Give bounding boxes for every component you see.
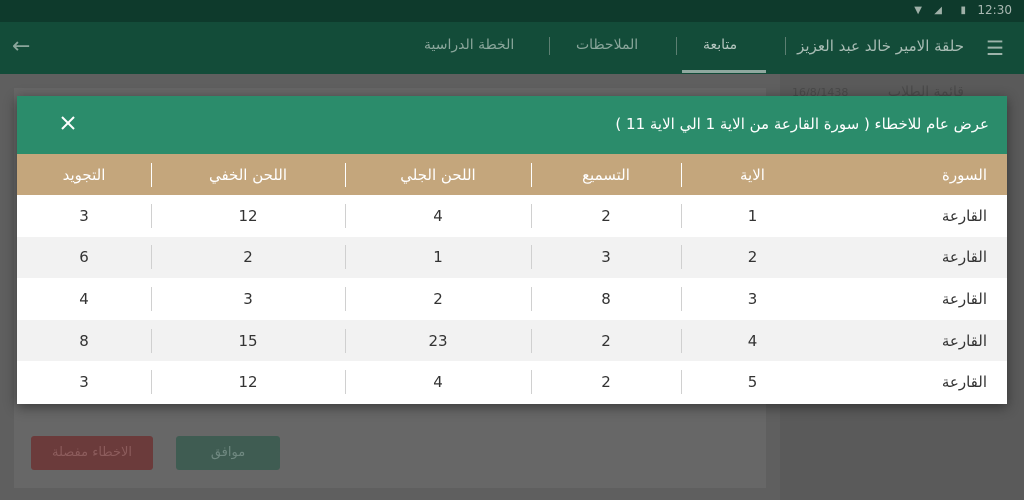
- cell-hidden-error: 15: [151, 319, 345, 362]
- cell-clear-error: 4: [345, 195, 531, 237]
- cell-ayah: 2: [681, 236, 824, 279]
- back-arrow-icon[interactable]: ←: [12, 34, 30, 59]
- cell-recitation: 2: [531, 195, 681, 237]
- cell-clear-error: 4: [345, 361, 531, 403]
- tab-study-plan[interactable]: الخطة الدراسية: [424, 37, 514, 53]
- cell-surah: القارعة: [824, 195, 1007, 237]
- cell-surah: القارعة: [824, 236, 1007, 279]
- cell-surah: القارعة: [824, 361, 1007, 403]
- column-header-surah: السورة: [824, 154, 1007, 195]
- signal-icon: ◢: [934, 5, 942, 16]
- table-row: القارعة 5 2 4 12 3: [17, 361, 1007, 403]
- tab-divider: [785, 37, 786, 55]
- table-row: القارعة 1 2 4 12 3: [17, 195, 1007, 237]
- cell-hidden-error: 12: [151, 195, 345, 237]
- cell-ayah: 4: [681, 319, 824, 362]
- column-header-recitation: التسميع: [531, 154, 681, 195]
- close-icon: [61, 116, 75, 130]
- close-button[interactable]: [55, 110, 81, 136]
- cell-ayah: 3: [681, 278, 824, 320]
- table-header-row: السورة الاية التسميع اللحن الجلي اللحن ا…: [17, 154, 1007, 195]
- table-row: القارعة 3 8 2 3 4: [17, 278, 1007, 320]
- active-tab-indicator: [682, 70, 766, 73]
- column-header-clear-error: اللحن الجلي: [345, 154, 531, 195]
- page-title: حلقة الامير خالد عبد العزيز: [797, 37, 964, 55]
- cell-tajweed: 3: [17, 195, 151, 237]
- status-bar: ▼ ◢ ▮ 12:30: [0, 0, 1024, 22]
- cell-ayah: 5: [681, 361, 824, 403]
- column-header-ayah: الاية: [681, 154, 824, 195]
- errors-table: السورة الاية التسميع اللحن الجلي اللحن ا…: [17, 154, 1007, 403]
- cell-tajweed: 8: [17, 319, 151, 362]
- cell-recitation: 2: [531, 319, 681, 362]
- cell-tajweed: 4: [17, 278, 151, 320]
- cell-surah: القارعة: [824, 278, 1007, 320]
- dialog-title: عرض عام للاخطاء ( سورة القارعة من الاية …: [615, 115, 989, 133]
- errors-overview-dialog: عرض عام للاخطاء ( سورة القارعة من الاية …: [17, 96, 1007, 404]
- ok-button[interactable]: موافق: [176, 436, 280, 470]
- wifi-icon: ▼: [914, 5, 922, 16]
- cell-clear-error: 23: [345, 319, 531, 362]
- cell-hidden-error: 2: [151, 236, 345, 279]
- battery-icon: ▮: [960, 5, 966, 16]
- cell-hidden-error: 12: [151, 361, 345, 403]
- cell-recitation: 3: [531, 236, 681, 279]
- cell-hidden-error: 3: [151, 278, 345, 320]
- cell-surah: القارعة: [824, 319, 1007, 362]
- column-header-hidden-error: اللحن الخفي: [151, 154, 345, 195]
- cell-clear-error: 2: [345, 278, 531, 320]
- column-header-tajweed: التجويد: [17, 154, 151, 195]
- cell-recitation: 8: [531, 278, 681, 320]
- tab-divider: [676, 37, 677, 55]
- cell-tajweed: 3: [17, 361, 151, 403]
- table-row: القارعة 2 3 1 2 6: [17, 236, 1007, 279]
- cell-tajweed: 6: [17, 236, 151, 279]
- dialog-header: عرض عام للاخطاء ( سورة القارعة من الاية …: [17, 96, 1007, 154]
- app-toolbar: ← الخطة الدراسية الملاحظات متابعة حلقة ا…: [0, 22, 1024, 74]
- hamburger-menu-icon[interactable]: ☰: [986, 36, 1004, 60]
- status-time: 12:30: [977, 3, 1012, 17]
- tab-divider: [549, 37, 550, 55]
- table-row: القارعة 4 2 23 15 8: [17, 319, 1007, 362]
- detailed-errors-button[interactable]: الاخطاء مفصلة: [31, 436, 153, 470]
- cell-ayah: 1: [681, 195, 824, 237]
- cell-clear-error: 1: [345, 236, 531, 279]
- cell-recitation: 2: [531, 361, 681, 403]
- tab-follow-up[interactable]: متابعة: [703, 37, 737, 53]
- tab-notes[interactable]: الملاحظات: [576, 37, 638, 53]
